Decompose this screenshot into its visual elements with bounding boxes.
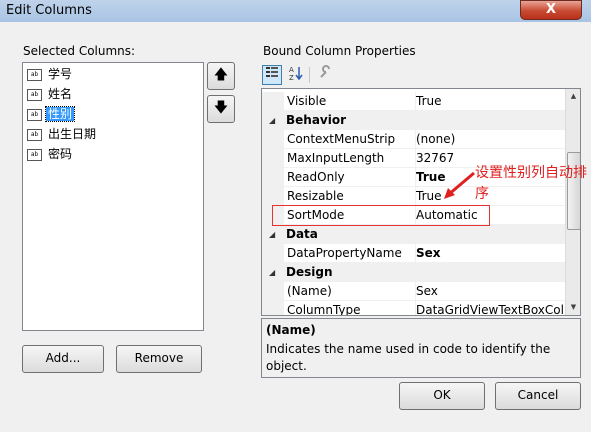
annotation-text: 设置性别列自动排序 — [475, 165, 587, 202]
grid-category-row[interactable]: ◢ Design — [262, 263, 565, 282]
property-name: Visible — [284, 92, 416, 111]
collapse-triangle-icon[interactable]: ◢ — [269, 116, 275, 125]
category-title: Behavior — [286, 113, 347, 127]
property-name: ReadOnly — [284, 168, 416, 187]
window-title: Edit Columns — [6, 3, 92, 18]
property-name: Resizable — [284, 187, 416, 206]
move-up-button[interactable]: 🡅 — [207, 62, 235, 90]
scroll-up-icon[interactable]: ▲ — [566, 89, 580, 103]
grid-property-row[interactable]: ColumnType DataGridViewTextBoxColu — [262, 301, 565, 315]
row-gutter — [262, 168, 284, 187]
description-title: (Name) — [266, 323, 316, 337]
sortmode-highlight-box — [272, 205, 490, 226]
collapse-triangle-icon[interactable]: ◢ — [269, 268, 275, 277]
svg-text:A: A — [289, 66, 294, 74]
annotation-arrow-icon — [444, 171, 475, 199]
list-item-label: 出生日期 — [48, 127, 97, 141]
description-panel: (Name) Indicates the name used in code t… — [261, 318, 581, 378]
row-gutter — [262, 92, 284, 111]
grid-category-row[interactable]: ◢ Behavior — [262, 111, 565, 130]
grid-property-row[interactable]: Visible True — [262, 92, 565, 111]
list-item-label: 姓名 — [48, 87, 73, 101]
property-name: ContextMenuStrip — [284, 130, 416, 149]
add-button[interactable]: Add... — [22, 345, 104, 373]
remove-button[interactable]: Remove — [116, 345, 202, 373]
textbox-column-icon: ab — [27, 88, 42, 101]
list-item-selected[interactable]: ab 性别 — [27, 105, 76, 123]
property-value[interactable]: DataGridViewTextBoxColu — [413, 301, 565, 315]
grid-property-row[interactable]: (Name) Sex — [262, 282, 565, 301]
cancel-button[interactable]: Cancel — [495, 382, 581, 410]
row-gutter — [262, 301, 284, 315]
list-item-label: 密码 — [48, 147, 73, 161]
categorized-icon[interactable] — [262, 65, 282, 85]
toolbar-separator — [309, 67, 310, 83]
property-value[interactable]: Sex — [413, 244, 565, 263]
category-title: Design — [286, 265, 333, 279]
up-arrow-icon: 🡅 — [213, 67, 229, 83]
textbox-column-icon: ab — [27, 148, 42, 161]
list-item-label: 性别 — [44, 106, 76, 122]
grid-property-row[interactable]: DataPropertyName Sex — [262, 244, 565, 263]
row-gutter — [262, 282, 284, 301]
bound-column-properties-label: Bound Column Properties — [263, 44, 416, 58]
property-name: (Name) — [284, 282, 416, 301]
selected-columns-label: Selected Columns: — [23, 44, 136, 58]
alphabetical-icon[interactable]: AZ — [286, 65, 306, 85]
property-value[interactable]: (none) — [413, 130, 565, 149]
property-name: DataPropertyName — [284, 244, 416, 263]
textbox-column-icon: ab — [27, 68, 42, 81]
property-value[interactable]: True — [413, 92, 565, 111]
close-button[interactable]: X — [520, 0, 582, 20]
category-title: Data — [286, 227, 318, 241]
collapse-triangle-icon[interactable]: ◢ — [269, 230, 275, 239]
property-name: ColumnType — [284, 301, 416, 315]
down-arrow-icon: 🡇 — [213, 100, 229, 116]
row-gutter — [262, 244, 284, 263]
description-text: Indicates the name used in code to ident… — [266, 342, 551, 373]
wrench-icon[interactable] — [315, 65, 335, 85]
property-name: MaxInputLength — [284, 149, 416, 168]
scroll-down-icon[interactable]: ▼ — [566, 300, 580, 314]
row-gutter — [262, 130, 284, 149]
textbox-column-icon: ab — [27, 108, 42, 121]
property-value[interactable]: Sex — [413, 282, 565, 301]
list-item[interactable]: ab 密码 — [27, 145, 74, 163]
ok-button[interactable]: OK — [399, 382, 485, 410]
list-item[interactable]: ab 学号 — [27, 65, 74, 83]
selected-columns-list[interactable]: ab 学号 ab 姓名 ab 性别 ab 出生日期 ab 密码 — [22, 62, 204, 331]
row-gutter — [262, 149, 284, 168]
list-item[interactable]: ab 出生日期 — [27, 125, 98, 143]
textbox-column-icon: ab — [27, 128, 42, 141]
grid-category-row[interactable]: ◢ Data — [262, 225, 565, 244]
row-gutter — [262, 187, 284, 206]
title-bar: Edit Columns X — [0, 0, 591, 22]
list-item-label: 学号 — [48, 67, 73, 81]
grid-property-row[interactable]: ContextMenuStrip (none) — [262, 130, 565, 149]
svg-text:Z: Z — [289, 74, 294, 81]
list-item[interactable]: ab 姓名 — [27, 85, 74, 103]
move-down-button[interactable]: 🡇 — [207, 95, 235, 123]
